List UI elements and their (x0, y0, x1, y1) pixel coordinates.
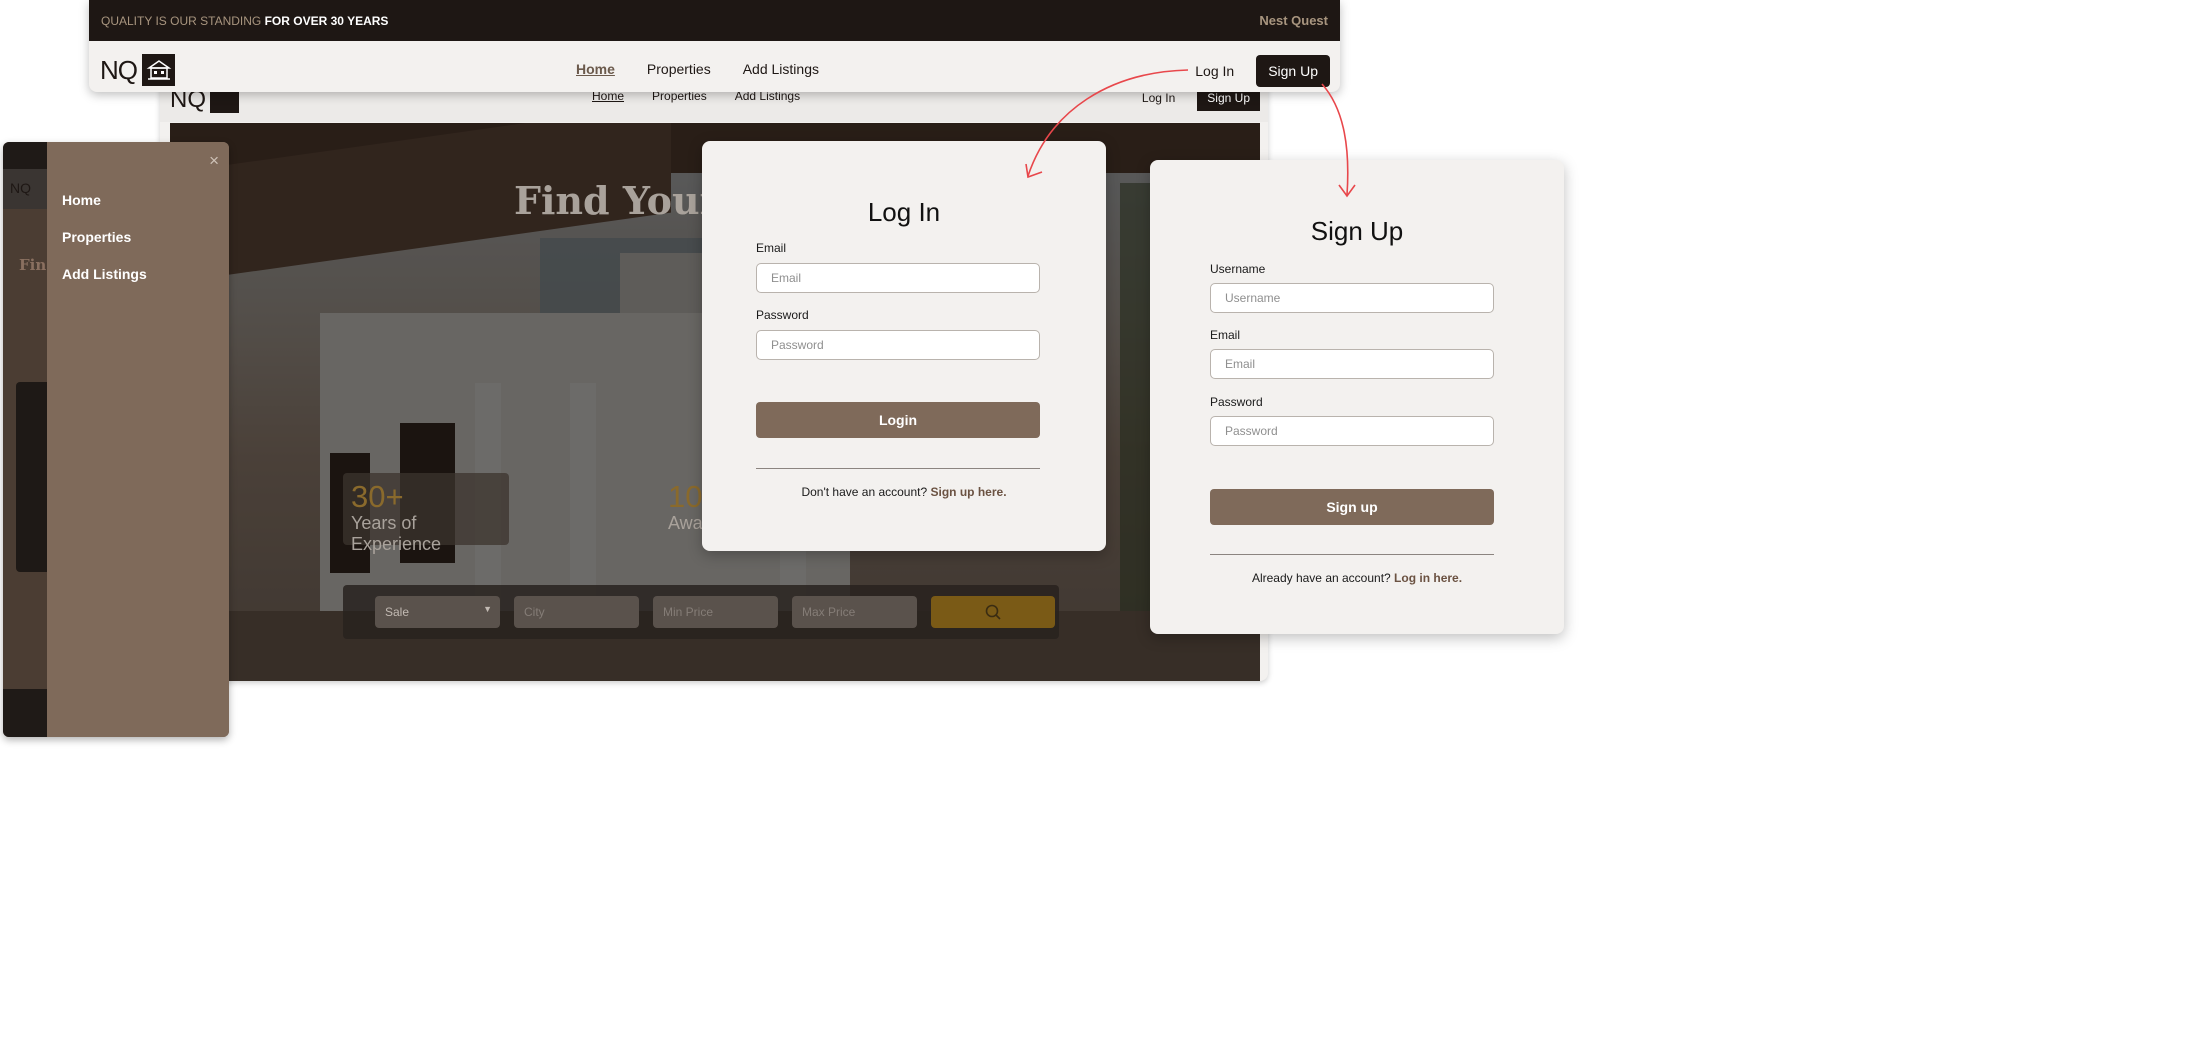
email-label: Email (1210, 328, 1241, 342)
drawer-backdrop-strip: NQ Fin (3, 142, 47, 737)
drawer-strip-text: Fin (19, 256, 47, 274)
password-label: Password (1210, 395, 1263, 409)
nav-add-listings[interactable]: Add Listings (743, 61, 819, 77)
signup-title: Sign Up (1310, 216, 1404, 246)
main-navbar: NQ Home Properties Add Listings Log In S… (89, 41, 1340, 92)
drawer-panel: × Home Properties Add Listings (47, 142, 229, 737)
drawer-strip-logo: NQ (10, 180, 31, 196)
bg-login-link: Log In (1141, 91, 1176, 105)
city-input: City (514, 596, 639, 628)
signup-prompt: Don't have an account? Sign up here. (702, 485, 1106, 499)
drawer-item-home[interactable]: Home (62, 192, 147, 208)
password-field[interactable] (1210, 416, 1494, 446)
email-field[interactable] (1210, 349, 1494, 379)
promo-text-dim: QUALITY IS OUR STANDING (101, 13, 262, 28)
logo-text: NQ (100, 54, 138, 85)
username-label: Username (1210, 262, 1266, 276)
property-search-bar: Sale ▼ City Min Price Max Price (343, 585, 1059, 639)
site-header: QUALITY IS OUR STANDING FOR OVER 30 YEAR… (89, 0, 1340, 92)
site-logo[interactable]: NQ (100, 54, 175, 86)
login-modal: Log In Email Password Login Don't have a… (702, 141, 1106, 551)
mobile-side-drawer: NQ Fin × Home Properties Add Listings (3, 142, 229, 737)
search-button (931, 596, 1055, 628)
promo-bar: QUALITY IS OUR STANDING FOR OVER 30 YEAR… (89, 0, 1340, 41)
drawer-item-properties[interactable]: Properties (62, 229, 147, 245)
stat-number: 30+ (351, 479, 404, 514)
signup-modal: Sign Up Username Email Password Sign up … (1150, 160, 1564, 634)
email-label: Email (756, 241, 787, 255)
nav-home[interactable]: Home (576, 61, 615, 77)
stat-card-experience: 30+ Years of Experience (343, 473, 509, 554)
login-link[interactable]: Log in here. (1394, 571, 1462, 585)
listing-type-select: Sale ▼ (375, 596, 500, 628)
promo-text: QUALITY IS OUR STANDING FOR OVER 30 YEAR… (101, 14, 388, 28)
signup-link[interactable]: Sign up here. (931, 485, 1007, 499)
drawer-menu: Home Properties Add Listings (62, 192, 147, 282)
nav-properties[interactable]: Properties (647, 61, 711, 77)
search-icon (985, 604, 1001, 620)
username-field[interactable] (1210, 283, 1494, 313)
signup-prompt-text: Don't have an account? (801, 485, 928, 499)
drawer-item-add-listings[interactable]: Add Listings (62, 266, 147, 282)
divider (1210, 554, 1494, 555)
login-button[interactable]: Login (756, 402, 1040, 438)
password-label: Password (756, 308, 809, 322)
chevron-down-icon: ▼ (483, 604, 492, 614)
max-price-input: Max Price (792, 596, 917, 628)
brand-name: Nest Quest (1259, 13, 1328, 28)
login-title: Log In (867, 197, 941, 227)
auth-links: Log In Sign Up (1195, 55, 1330, 87)
signup-submit-button[interactable]: Sign up (1210, 489, 1494, 525)
signup-button[interactable]: Sign Up (1256, 55, 1330, 87)
house-logo-icon (142, 54, 175, 86)
nav-links: Home Properties Add Listings (576, 61, 819, 77)
email-field[interactable] (756, 263, 1040, 293)
password-field[interactable] (756, 330, 1040, 360)
login-prompt-text: Already have an account? (1251, 571, 1391, 585)
close-icon[interactable]: × (209, 151, 219, 171)
login-prompt: Already have an account? Log in here. (1150, 571, 1564, 585)
login-link[interactable]: Log In (1195, 63, 1234, 79)
min-price-input: Min Price (653, 596, 778, 628)
divider (756, 468, 1040, 469)
promo-text-bright: FOR OVER 30 YEARS (264, 13, 389, 28)
stat-label: Years of Experience (351, 513, 442, 554)
